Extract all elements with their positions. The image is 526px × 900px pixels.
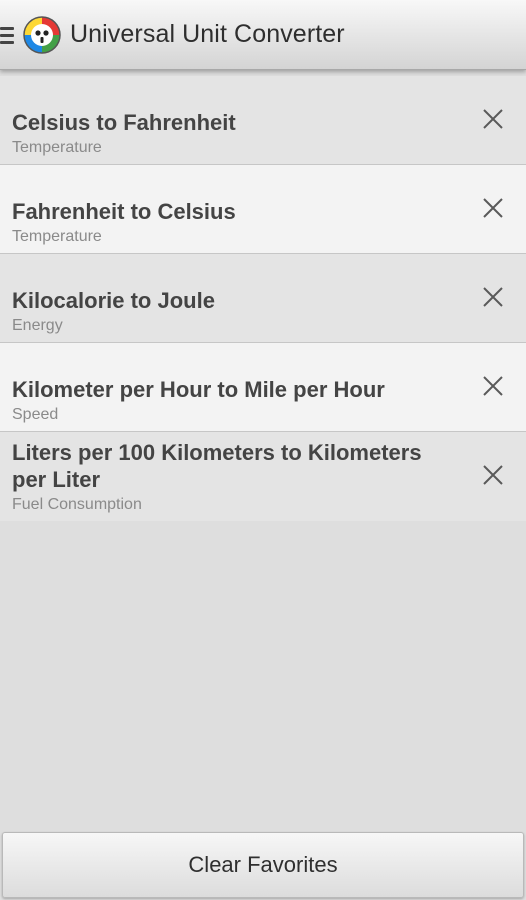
favorite-item-category: Fuel Consumption: [12, 496, 142, 513]
favorite-item-title: Kilocalorie to Joule: [12, 288, 215, 313]
close-icon[interactable]: [480, 106, 506, 132]
favorite-item-text: Fahrenheit to Celsius Temperature: [12, 198, 446, 247]
close-icon[interactable]: [480, 284, 506, 310]
favorite-item-text: Kilocalorie to Joule Energy: [12, 287, 446, 336]
app-logo-icon[interactable]: [22, 15, 62, 55]
favorite-item-title: Liters per 100 Kilometers to Kilometers …: [12, 440, 422, 492]
close-icon[interactable]: [480, 462, 506, 488]
menu-icon[interactable]: [0, 24, 16, 46]
favorite-item[interactable]: Kilometer per Hour to Mile per Hour Spee…: [0, 343, 526, 432]
clear-favorites-button[interactable]: Clear Favorites: [2, 832, 524, 898]
favorite-item-text: Kilometer per Hour to Mile per Hour Spee…: [12, 376, 446, 425]
favorite-item-category: Speed: [12, 406, 59, 423]
favorite-item[interactable]: Fahrenheit to Celsius Temperature: [0, 165, 526, 254]
app-title: Universal Unit Converter: [70, 20, 345, 48]
favorite-item-title: Fahrenheit to Celsius: [12, 199, 236, 224]
favorite-item[interactable]: Celsius to Fahrenheit Temperature: [0, 76, 526, 165]
favorite-item-category: Temperature: [12, 139, 102, 156]
favorite-item-category: Energy: [12, 317, 63, 334]
favorites-list: Celsius to Fahrenheit Temperature Fahren…: [0, 76, 526, 521]
favorite-item-category: Temperature: [12, 228, 102, 245]
favorite-item[interactable]: Kilocalorie to Joule Energy: [0, 254, 526, 343]
action-bar: Universal Unit Converter: [0, 0, 526, 70]
favorite-item-text: Liters per 100 Kilometers to Kilometers …: [12, 439, 446, 515]
favorite-item[interactable]: Liters per 100 Kilometers to Kilometers …: [0, 432, 526, 521]
favorite-item-text: Celsius to Fahrenheit Temperature: [12, 109, 446, 158]
favorite-item-title: Kilometer per Hour to Mile per Hour: [12, 377, 385, 402]
favorite-item-title: Celsius to Fahrenheit: [12, 110, 236, 135]
close-icon[interactable]: [480, 373, 506, 399]
close-icon[interactable]: [480, 195, 506, 221]
